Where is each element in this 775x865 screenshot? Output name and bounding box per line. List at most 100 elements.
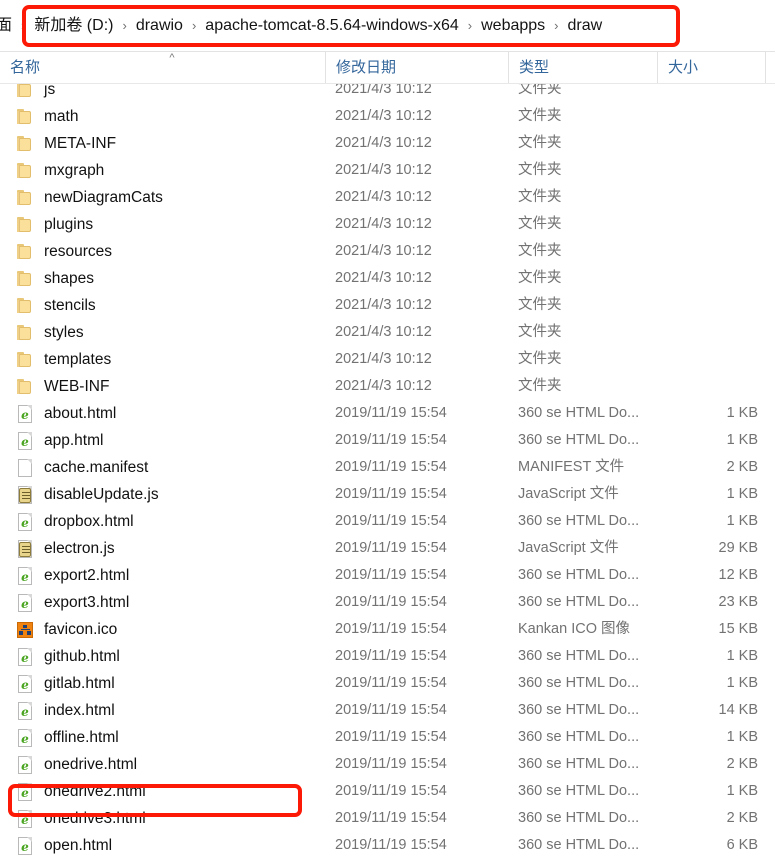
file-name-cell[interactable]: e onedrive.html — [0, 751, 137, 778]
breadcrumb-item-1[interactable]: 新加卷 (D:) — [32, 11, 115, 41]
file-size-cell: 1 KB — [726, 729, 758, 745]
file-name-cell[interactable]: resources — [0, 238, 112, 265]
file-name-cell[interactable]: e dropbox.html — [0, 508, 134, 535]
file-rows-container: js 2021/4/3 10:12 文件夹 math 2021/4/3 10:12 文件夹… — [0, 84, 775, 859]
html-document-icon: e — [16, 809, 34, 829]
file-row[interactable]: e github.html 2019/11/19 15:54 360 se HTML … — [0, 643, 775, 670]
file-row[interactable]: cache.manifest 2019/11/19 15:54 MANIFEST 文… — [0, 454, 775, 481]
file-row[interactable]: META-INF 2021/4/3 10:12 文件夹 — [0, 130, 775, 157]
file-row[interactable]: stencils 2021/4/3 10:12 文件夹 — [0, 292, 775, 319]
file-name-cell[interactable]: e index.html — [0, 697, 115, 724]
file-name-cell[interactable]: stencils — [0, 292, 96, 319]
breadcrumb-item-3[interactable]: apache-tomcat-8.5.64-windows-x64 — [203, 11, 460, 41]
breadcrumb-item-2[interactable]: drawio — [134, 11, 185, 41]
file-name-cell[interactable]: e open.html — [0, 832, 112, 859]
file-name-cell[interactable]: WEB-INF — [0, 373, 109, 400]
file-name-cell[interactable]: e github.html — [0, 643, 120, 670]
address-bar[interactable]: 面 › 新加卷 (D:) › drawio › apache-tomcat-8.5.64-w… — [0, 0, 775, 52]
file-name-cell[interactable]: templates — [0, 346, 111, 373]
folder-icon — [16, 269, 34, 289]
file-row[interactable]: js 2021/4/3 10:12 文件夹 — [0, 84, 775, 103]
file-row[interactable]: newDiagramCats 2021/4/3 10:12 文件夹 — [0, 184, 775, 211]
file-name-cell[interactable]: e about.html — [0, 400, 116, 427]
file-name-cell[interactable]: e onedrive3.html — [0, 805, 146, 832]
file-row[interactable]: e offline.html 2019/11/19 15:54 360 se HTML… — [0, 724, 775, 751]
column-header-name[interactable]: 名称 — [0, 52, 325, 83]
file-date-modified-cell: 2019/11/19 15:54 — [335, 648, 447, 664]
file-row[interactable]: e index.html 2019/11/19 15:54 360 se HTML D… — [0, 697, 775, 724]
file-size-cell — [610, 373, 758, 400]
file-row[interactable]: e onedrive2.html 2019/11/19 15:54 360 se HT… — [0, 778, 775, 805]
file-row[interactable]: math 2021/4/3 10:12 文件夹 — [0, 103, 775, 130]
file-row[interactable]: WEB-INF 2021/4/3 10:12 文件夹 — [0, 373, 775, 400]
file-name-cell[interactable]: e onedrive2.html — [0, 778, 146, 805]
file-row[interactable]: e app.html 2019/11/19 15:54 360 se HTML Do.… — [0, 427, 775, 454]
file-name-label: disableUpdate.js — [44, 486, 159, 503]
file-type-cell: JavaScript 文件 — [518, 486, 619, 502]
file-name-cell[interactable]: e gitlab.html — [0, 670, 115, 697]
file-name-cell[interactable]: newDiagramCats — [0, 184, 163, 211]
file-name-cell[interactable]: META-INF — [0, 130, 116, 157]
file-date-modified-cell: 2019/11/19 15:54 — [335, 432, 447, 448]
file-name-cell[interactable]: mxgraph — [0, 157, 104, 184]
file-name-cell[interactable]: e app.html — [0, 427, 103, 454]
file-row[interactable]: plugins 2021/4/3 10:12 文件夹 — [0, 211, 775, 238]
folder-icon — [16, 215, 34, 235]
file-name-label: about.html — [44, 405, 117, 422]
breadcrumb-item-5[interactable]: draw — [566, 11, 605, 41]
file-date-modified-cell: 2019/11/19 15:54 — [335, 567, 447, 583]
file-list[interactable]: js 2021/4/3 10:12 文件夹 math 2021/4/3 10:12 文件夹… — [0, 84, 775, 865]
column-header-type[interactable]: 类型 — [508, 52, 657, 83]
file-type-cell: 文件夹 — [518, 324, 562, 340]
file-date-modified-cell: 2021/4/3 10:12 — [335, 324, 432, 340]
html-document-icon: e — [16, 647, 34, 667]
html-document-icon: e — [16, 755, 34, 775]
file-row[interactable]: e export3.html 2019/11/19 15:54 360 se HTML… — [0, 589, 775, 616]
file-name-label: styles — [44, 324, 84, 341]
file-date-modified-cell: 2019/11/19 15:54 — [335, 621, 447, 637]
file-row[interactable]: electron.js 2019/11/19 15:54 JavaScript 文件… — [0, 535, 775, 562]
file-name-cell[interactable]: cache.manifest — [0, 454, 148, 481]
file-row[interactable]: e dropbox.html 2019/11/19 15:54 360 se HTML… — [0, 508, 775, 535]
file-row[interactable]: e export2.html 2019/11/19 15:54 360 se HTML… — [0, 562, 775, 589]
file-row[interactable]: disableUpdate.js 2019/11/19 15:54 JavaScri… — [0, 481, 775, 508]
file-row[interactable]: mxgraph 2021/4/3 10:12 文件夹 — [0, 157, 775, 184]
file-date-modified-cell: 2019/11/19 15:54 — [335, 486, 447, 502]
file-name-cell[interactable]: e offline.html — [0, 724, 119, 751]
file-name-cell[interactable]: e export3.html — [0, 589, 129, 616]
file-size-cell — [610, 319, 758, 346]
file-name-cell[interactable]: e export2.html — [0, 562, 129, 589]
file-row[interactable]: styles 2021/4/3 10:12 文件夹 — [0, 319, 775, 346]
file-row[interactable]: e onedrive3.html 2019/11/19 15:54 360 se HT… — [0, 805, 775, 832]
file-row[interactable]: shapes 2021/4/3 10:12 文件夹 — [0, 265, 775, 292]
folder-icon — [16, 377, 34, 397]
file-row[interactable]: e onedrive.html 2019/11/19 15:54 360 se HTM… — [0, 751, 775, 778]
file-row[interactable]: e about.html 2019/11/19 15:54 360 se HTML D… — [0, 400, 775, 427]
file-date-modified-cell: 2019/11/19 15:54 — [335, 405, 447, 421]
file-name-cell[interactable]: js — [0, 84, 55, 103]
file-row[interactable]: e gitlab.html 2019/11/19 15:54 360 se HTML … — [0, 670, 775, 697]
file-type-cell: 文件夹 — [518, 351, 562, 367]
breadcrumb-item-4[interactable]: webapps — [479, 11, 547, 41]
file-name-cell[interactable]: electron.js — [0, 535, 115, 562]
file-row[interactable]: e open.html 2019/11/19 15:54 360 se HTML Do… — [0, 832, 775, 859]
file-type-cell: 文件夹 — [518, 108, 562, 124]
folder-icon — [16, 84, 34, 100]
file-name-cell[interactable]: shapes — [0, 265, 94, 292]
column-header-date-modified[interactable]: 修改日期 — [325, 52, 508, 83]
breadcrumb-item-clipped[interactable]: 面 — [0, 11, 14, 41]
file-name-cell[interactable]: favicon.ico — [0, 616, 117, 643]
folder-icon — [16, 323, 34, 343]
breadcrumb[interactable]: 面 › 新加卷 (D:) › drawio › apache-tomcat-8.5.64-w… — [0, 11, 604, 41]
file-name-cell[interactable]: styles — [0, 319, 84, 346]
file-row[interactable]: favicon.ico 2019/11/19 15:54 Kankan ICO 图像… — [0, 616, 775, 643]
file-size-cell: 1 KB — [726, 648, 758, 664]
file-size-cell — [610, 346, 758, 373]
file-row[interactable]: templates 2021/4/3 10:12 文件夹 — [0, 346, 775, 373]
column-header-size[interactable]: 大小 — [657, 52, 765, 83]
file-type-cell: 文件夹 — [518, 135, 562, 151]
file-name-cell[interactable]: disableUpdate.js — [0, 481, 159, 508]
file-name-cell[interactable]: plugins — [0, 211, 93, 238]
file-name-cell[interactable]: math — [0, 103, 78, 130]
file-row[interactable]: resources 2021/4/3 10:12 文件夹 — [0, 238, 775, 265]
